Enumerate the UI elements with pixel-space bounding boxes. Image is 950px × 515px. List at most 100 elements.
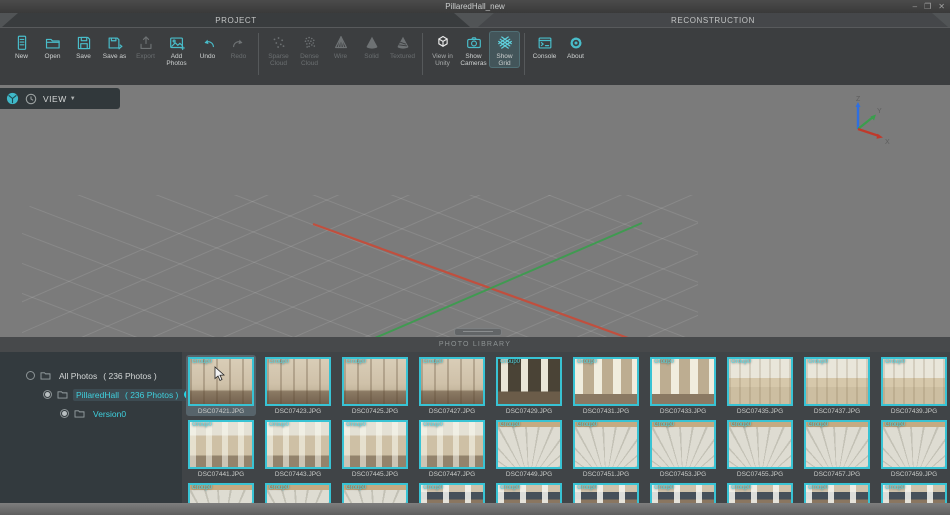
history-clock-icon[interactable] bbox=[25, 93, 37, 105]
thumbnail[interactable]: Group0 bbox=[494, 481, 564, 503]
thumbnail-dsc07445-jpg[interactable]: Group0 DSC07445.JPG bbox=[340, 418, 410, 479]
restore-button[interactable]: ❐ bbox=[924, 2, 931, 11]
thumbnail-image[interactable]: Group0 bbox=[419, 483, 485, 503]
minimize-button[interactable]: – bbox=[913, 2, 917, 11]
thumbnail-dsc07459-jpg[interactable]: Group0 DSC07459.JPG bbox=[879, 418, 949, 479]
thumbnail-dsc07435-jpg[interactable]: Group0 DSC07435.JPG bbox=[725, 355, 795, 416]
thumbnail[interactable]: Group0 bbox=[725, 481, 795, 503]
thumbnail-image[interactable]: Group0 bbox=[650, 483, 716, 503]
toolbar-button-save[interactable]: Save bbox=[68, 31, 99, 61]
thumbnail-image[interactable]: Group0 bbox=[573, 357, 639, 406]
tab-reconstruction[interactable]: RECONSTRUCTION bbox=[478, 13, 948, 27]
view-dropdown[interactable]: VIEW ▼ bbox=[43, 94, 76, 104]
thumbnail-image[interactable]: Group0 bbox=[496, 420, 562, 469]
viewport-3d[interactable]: VIEW ▼ Z Y X bbox=[0, 85, 950, 337]
axis-gizmo: Z Y X bbox=[838, 95, 900, 145]
toolbar-button-add-photos[interactable]: Add Photos bbox=[161, 31, 192, 68]
radio-unchecked-icon[interactable] bbox=[26, 371, 35, 380]
thumbnail-dsc07457-jpg[interactable]: Group0 DSC07457.JPG bbox=[802, 418, 872, 479]
thumbnail[interactable]: Group0 bbox=[186, 481, 256, 503]
radio-checked-icon[interactable] bbox=[60, 409, 69, 418]
thumbnail[interactable]: Group0 bbox=[417, 481, 487, 503]
thumbnail-image[interactable]: Group0 bbox=[188, 420, 254, 469]
trackball-icon[interactable] bbox=[6, 92, 19, 105]
toolbar-button-new[interactable]: New bbox=[6, 31, 37, 61]
toolbar-button-textured[interactable]: Textured bbox=[387, 31, 418, 61]
thumbnail-dsc07441-jpg[interactable]: Group0 DSC07441.JPG bbox=[186, 418, 256, 479]
thumbnail-image[interactable]: Group0 bbox=[727, 483, 793, 503]
tree-item-pillaredhall[interactable]: PillaredHall ( 236 Photos ) bbox=[0, 385, 197, 404]
thumbnail-image[interactable]: Group0 bbox=[881, 483, 947, 503]
thumbnail-image[interactable]: Group0 bbox=[419, 420, 485, 469]
thumbnail-image[interactable]: Group0 bbox=[419, 357, 485, 406]
thumbnail-group-label: Group0 bbox=[423, 485, 444, 491]
thumbnail-dsc07453-jpg[interactable]: Group0 DSC07453.JPG bbox=[648, 418, 718, 479]
window-controls: – ❐ ✕ bbox=[913, 0, 945, 13]
thumbnail-image[interactable]: Group0 bbox=[804, 483, 870, 503]
thumbnail-image[interactable]: Group0 bbox=[573, 483, 639, 503]
thumbnail-dsc07427-jpg[interactable]: Group0 DSC07427.JPG bbox=[417, 355, 487, 416]
toolbar-button-undo[interactable]: Undo bbox=[192, 31, 223, 61]
thumbnail-filename: DSC07425.JPG bbox=[351, 408, 399, 415]
thumbnail[interactable]: Group0 bbox=[648, 481, 718, 503]
thumbnail-dsc07451-jpg[interactable]: Group0 DSC07451.JPG bbox=[571, 418, 641, 479]
toolbar-button-solid[interactable]: Solid bbox=[356, 31, 387, 61]
tree-item-version0[interactable]: Version0 bbox=[0, 404, 182, 423]
thumbnail-image[interactable]: Group0 bbox=[265, 483, 331, 503]
thumbnail-dsc07455-jpg[interactable]: Group0 DSC07455.JPG bbox=[725, 418, 795, 479]
thumbnail-image[interactable]: Group0 bbox=[342, 483, 408, 503]
toolbar-button-export[interactable]: Export bbox=[130, 31, 161, 61]
thumbnail-dsc07447-jpg[interactable]: Group0 DSC07447.JPG bbox=[417, 418, 487, 479]
thumbnail-filename: DSC07453.JPG bbox=[659, 471, 707, 478]
undo-icon bbox=[199, 33, 217, 52]
thumbnail-image[interactable]: Group0 bbox=[188, 483, 254, 503]
thumbnail-dsc07437-jpg[interactable]: Group0 DSC07437.JPG bbox=[802, 355, 872, 416]
thumbnail-dsc07433-jpg[interactable]: Group0 DSC07433.JPG bbox=[648, 355, 718, 416]
toolbar-button-dense-cloud[interactable]: Dense Cloud bbox=[294, 31, 325, 68]
thumbnail-image[interactable]: Group0 bbox=[265, 357, 331, 406]
toolbar-button-show-grid[interactable]: Show Grid bbox=[489, 31, 520, 68]
thumbnail-dsc07443-jpg[interactable]: Group0 DSC07443.JPG bbox=[263, 418, 333, 479]
thumbnail-image[interactable]: Group0 bbox=[650, 420, 716, 469]
thumbnail-image[interactable]: Group0 bbox=[881, 357, 947, 406]
thumbnail-image[interactable]: Group0 bbox=[881, 420, 947, 469]
tab-project[interactable]: PROJECT bbox=[2, 13, 470, 27]
toolbar-button-redo[interactable]: Redo bbox=[223, 31, 254, 61]
thumbnail[interactable]: Group0 bbox=[263, 481, 333, 503]
thumbnail-dsc07439-jpg[interactable]: Group0 DSC07439.JPG bbox=[879, 355, 949, 416]
title-bar[interactable]: PillaredHall_new – ❐ ✕ bbox=[0, 0, 950, 13]
thumbnail-image[interactable]: Group0 bbox=[496, 483, 562, 503]
thumbnail-image[interactable]: Group0 bbox=[496, 357, 562, 406]
thumbnail-image[interactable]: Group0 bbox=[342, 420, 408, 469]
toolbar-button-open[interactable]: Open bbox=[37, 31, 68, 61]
toolbar-button-show-cameras[interactable]: Show Cameras bbox=[458, 31, 489, 68]
tree-item-all-photos[interactable]: All Photos ( 236 Photos ) bbox=[0, 366, 182, 385]
thumbnail[interactable]: Group0 bbox=[571, 481, 641, 503]
toolbar-button-sparse-cloud[interactable]: Sparse Cloud bbox=[263, 31, 294, 68]
toolbar-button-console[interactable]: Console bbox=[529, 31, 560, 61]
thumbnail-dsc07429-jpg[interactable]: Group0 DSC07429.JPG bbox=[494, 355, 564, 416]
thumbnail-image[interactable]: Group0 bbox=[650, 357, 716, 406]
close-button[interactable]: ✕ bbox=[938, 2, 945, 11]
thumbnail-image[interactable]: Group0 bbox=[573, 420, 639, 469]
thumbnail-dsc07421-jpg[interactable]: Group0 DSC07421.JPG bbox=[186, 355, 256, 416]
thumbnail-dsc07425-jpg[interactable]: Group0 DSC07425.JPG bbox=[340, 355, 410, 416]
thumbnail-dsc07449-jpg[interactable]: Group0 DSC07449.JPG bbox=[494, 418, 564, 479]
toolbar-button-wire[interactable]: Wire bbox=[325, 31, 356, 61]
thumbnail[interactable]: Group0 bbox=[879, 481, 949, 503]
thumbnail-dsc07423-jpg[interactable]: Group0 DSC07423.JPG bbox=[263, 355, 333, 416]
toolbar-button-view-in-unity[interactable]: View in Unity bbox=[427, 31, 458, 68]
thumbnail-image[interactable]: Group0 bbox=[727, 420, 793, 469]
thumbnail-image[interactable]: Group0 bbox=[727, 357, 793, 406]
thumbnail-dsc07431-jpg[interactable]: Group0 DSC07431.JPG bbox=[571, 355, 641, 416]
thumbnail-image[interactable]: Group0 bbox=[804, 357, 870, 406]
thumbnail[interactable]: Group0 bbox=[340, 481, 410, 503]
toolbar-button-save-as[interactable]: Save as bbox=[99, 31, 130, 61]
panel-splitter-handle[interactable] bbox=[454, 328, 502, 336]
radio-checked-icon[interactable] bbox=[43, 390, 52, 399]
thumbnail[interactable]: Group0 bbox=[802, 481, 872, 503]
toolbar-button-about[interactable]: About bbox=[560, 31, 591, 61]
thumbnail-image[interactable]: Group0 bbox=[804, 420, 870, 469]
thumbnail-image[interactable]: Group0 bbox=[265, 420, 331, 469]
thumbnail-image[interactable]: Group0 bbox=[342, 357, 408, 406]
